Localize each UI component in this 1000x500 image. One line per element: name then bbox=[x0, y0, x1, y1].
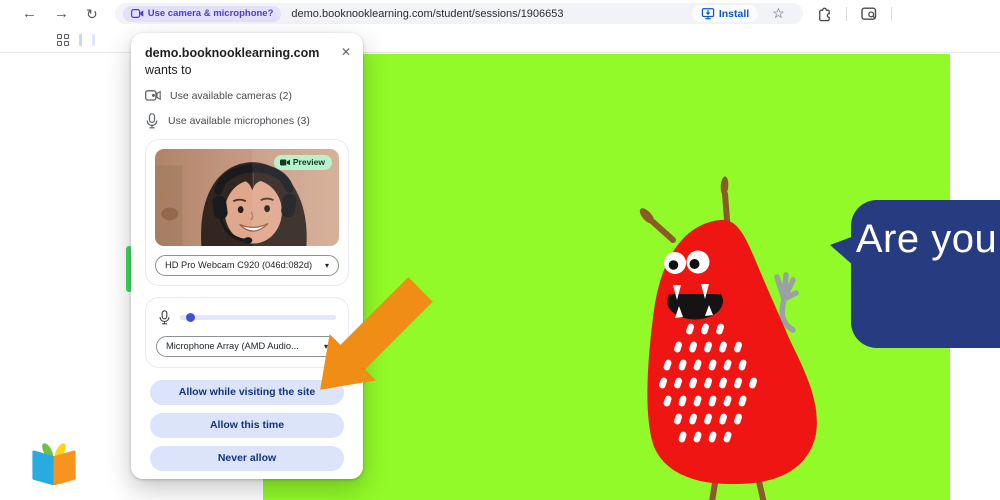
install-button[interactable]: Install bbox=[691, 5, 759, 22]
mic-select[interactable]: Microphone Array (AMD Audio... ▾ bbox=[156, 335, 338, 357]
permission-chip[interactable]: Use camera & microphone? bbox=[122, 5, 282, 22]
never-allow-button[interactable]: Never allow bbox=[150, 445, 344, 471]
back-icon[interactable]: ← bbox=[22, 6, 37, 21]
url-text[interactable]: demo.booknooklearning.com/student/sessio… bbox=[291, 8, 563, 20]
chevron-down-icon: ▾ bbox=[324, 260, 329, 270]
speech-bubble: Are you ready? bbox=[830, 200, 1000, 348]
close-icon[interactable]: ✕ bbox=[341, 45, 351, 59]
mic-row-label: Use available microphones (3) bbox=[168, 114, 310, 127]
preview-badge: Preview bbox=[273, 154, 332, 170]
camera-permission-row: Use available cameras (2) bbox=[145, 90, 349, 102]
bookmark-star-icon[interactable]: ☆ bbox=[772, 5, 785, 22]
mic-level-row bbox=[156, 308, 338, 325]
video-camera-icon bbox=[145, 90, 161, 101]
pointer-arrow bbox=[320, 277, 433, 390]
allow-this-time-button[interactable]: Allow this time bbox=[150, 412, 344, 438]
browser-toolbar: ← → ↻ Use camera & microphone? demo.book… bbox=[0, 0, 1000, 27]
forward-icon[interactable]: → bbox=[54, 6, 69, 21]
permission-dialog: demo.booknooklearning.com wants to ✕ Use… bbox=[131, 33, 363, 479]
monster-mouth bbox=[667, 282, 723, 320]
speech-bubble-text: Are you ready? bbox=[855, 217, 1000, 261]
toolbar-separator-2 bbox=[890, 6, 892, 21]
camera-section: Preview HD Pro Webcam C920 (046d:082d) ▾ bbox=[145, 138, 349, 286]
install-icon bbox=[701, 7, 715, 19]
microphone-icon bbox=[146, 112, 158, 129]
preview-badge-label: Preview bbox=[292, 157, 325, 168]
dialog-header: demo.booknooklearning.com wants to ✕ bbox=[145, 45, 351, 79]
reload-icon[interactable]: ↻ bbox=[86, 7, 98, 21]
apps-grid-icon[interactable] bbox=[57, 33, 69, 46]
dialog-subtitle: wants to bbox=[145, 62, 192, 77]
mic-select-value: Microphone Array (AMD Audio... bbox=[166, 341, 299, 352]
camera-preview: Preview bbox=[155, 148, 339, 246]
bookmark-placeholder bbox=[79, 33, 82, 46]
speech-bubble-tail bbox=[830, 236, 854, 266]
camera-select-value: HD Pro Webcam C920 (046d:082d) bbox=[165, 260, 313, 271]
extensions-icon[interactable] bbox=[816, 5, 833, 22]
bookmark-placeholder-2 bbox=[92, 33, 95, 46]
permission-chip-label: Use camera & microphone? bbox=[147, 8, 274, 19]
browser-window: ← → ↻ Use camera & microphone? demo.book… bbox=[0, 0, 1000, 500]
side-search-icon[interactable] bbox=[860, 5, 878, 22]
mic-level-icon bbox=[159, 310, 170, 325]
camera-row-label: Use available cameras (2) bbox=[170, 89, 292, 102]
install-label: Install bbox=[718, 7, 750, 20]
camera-chip-icon bbox=[130, 9, 144, 18]
preview-camera-icon bbox=[279, 159, 290, 166]
toolbar-separator bbox=[845, 6, 847, 21]
mic-permission-row: Use available microphones (3) bbox=[145, 112, 349, 129]
monster-illustration bbox=[639, 176, 817, 500]
camera-select[interactable]: HD Pro Webcam C920 (046d:082d) ▾ bbox=[155, 254, 339, 276]
mic-level-indicator bbox=[186, 312, 195, 322]
dialog-origin: demo.booknooklearning.com bbox=[145, 46, 320, 60]
booknook-logo bbox=[32, 443, 76, 486]
address-bar[interactable]: Use camera & microphone? demo.booknookle… bbox=[114, 3, 803, 24]
